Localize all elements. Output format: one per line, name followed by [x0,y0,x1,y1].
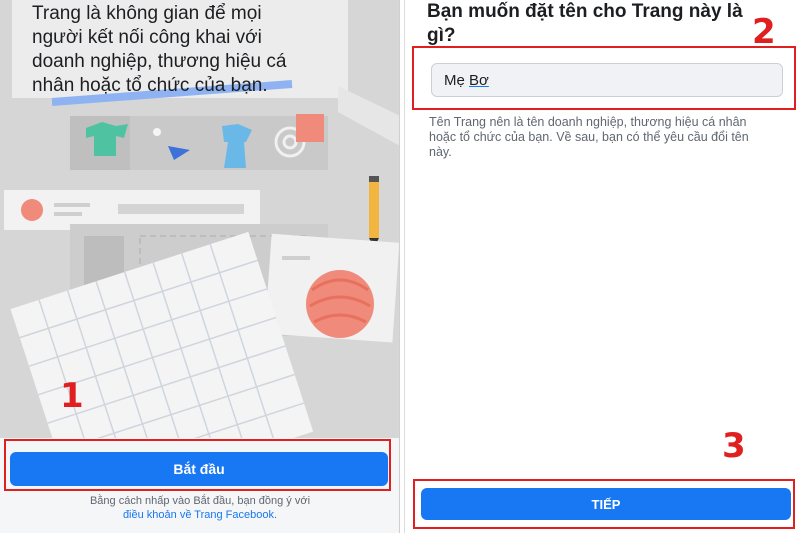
highlight-box-step2 [412,46,796,110]
terms-prefix: Bằng cách nhấp vào Bắt đầu, bạn đồng ý v… [89,495,311,507]
page-name-title: Bạn muốn đặt tên cho Trang này là gì? [427,1,743,46]
terms-suffix: . [273,509,278,521]
terms-notice: Bằng cách nhấp vào Bắt đầu, bạn đồng ý v… [80,494,320,522]
terms-link[interactable]: điều khoản về Trang Facebook [123,509,274,521]
highlight-box-step1 [4,439,391,491]
step-2-number: 2 [752,12,776,52]
step-3-number: 3 [722,426,746,466]
intro-text: Trang là không gian để mọi người kết nối… [32,3,287,96]
page-name-helper-text: Tên Trang nên là tên doanh nghiệp, thươn… [429,115,749,159]
step-1-number: 1 [60,376,84,416]
highlight-box-step3 [413,479,795,529]
